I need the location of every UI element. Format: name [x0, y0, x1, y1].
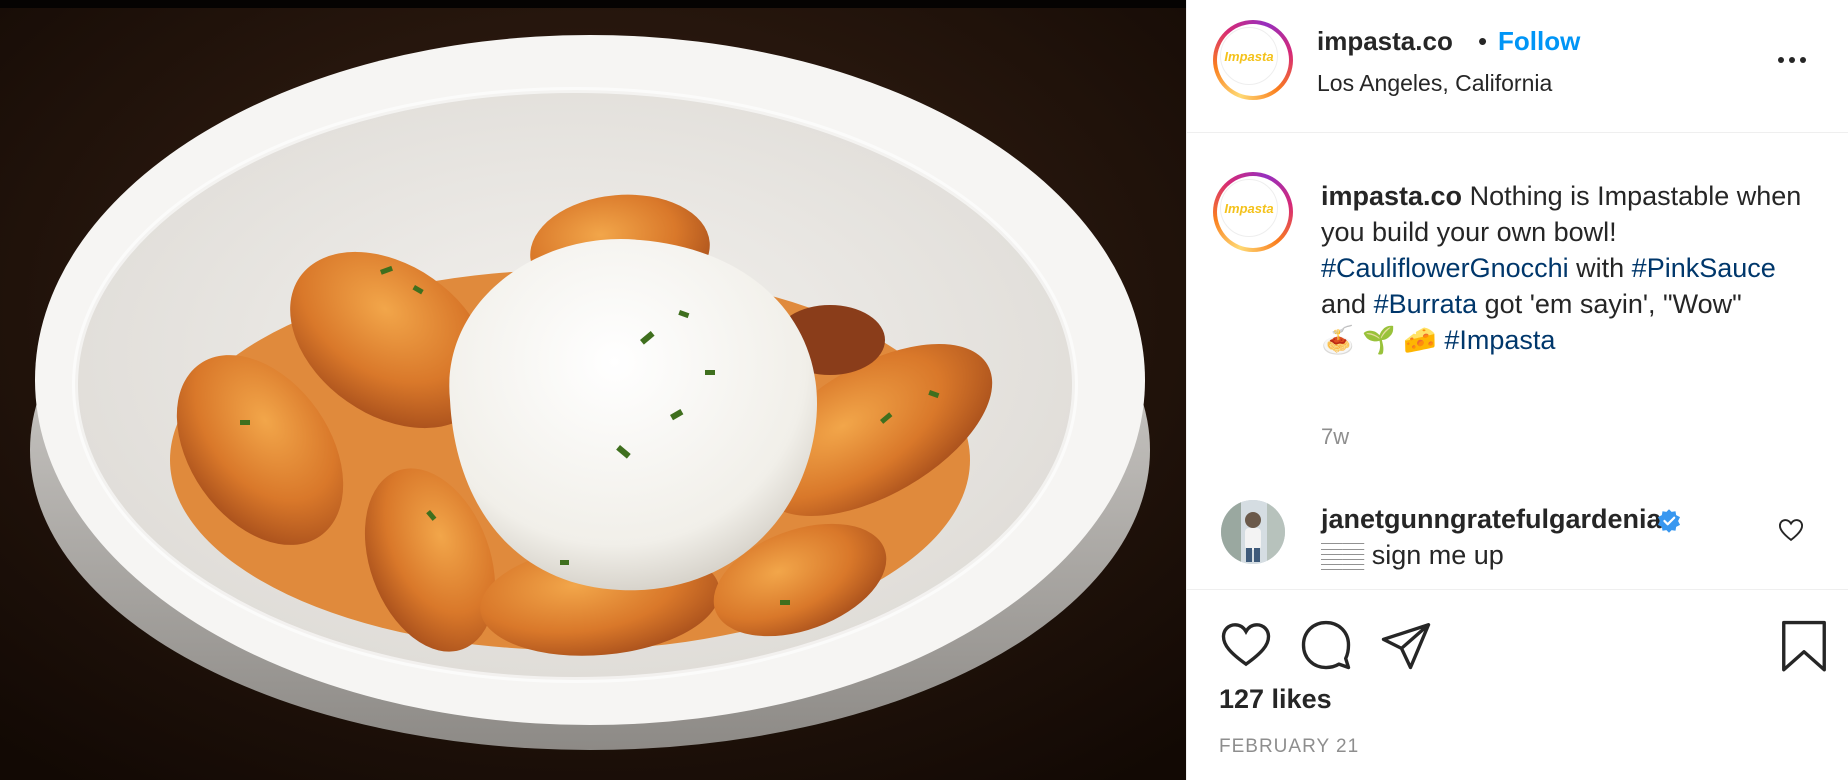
caption-text-4: got 'em sayin', "Wow": [1484, 289, 1742, 319]
hashtag-pinksauce[interactable]: #PinkSauce: [1632, 253, 1776, 283]
caption-emojis: 🍝 🌱 🧀: [1321, 325, 1437, 355]
post-photo[interactable]: [0, 0, 1186, 780]
separator-dot: •: [1478, 26, 1488, 56]
hashtag-burrata[interactable]: #Burrata: [1374, 289, 1478, 319]
commenter-username[interactable]: janetgunngratefulgardenia: [1321, 504, 1662, 535]
caption-username[interactable]: impasta.co: [1321, 181, 1462, 211]
hashtag-impasta[interactable]: #Impasta: [1444, 325, 1555, 355]
post-location[interactable]: Los Angeles, California: [1317, 70, 1552, 97]
caption-text-2: with: [1576, 253, 1625, 283]
likes-count[interactable]: 127 likes: [1219, 684, 1332, 715]
author-username[interactable]: impasta.co: [1317, 26, 1453, 57]
comment-icon[interactable]: [1299, 618, 1353, 672]
bookmark-icon[interactable]: [1777, 618, 1831, 672]
verified-badge-icon: [1657, 509, 1681, 533]
caption-text-3: and: [1321, 289, 1367, 319]
author-avatar[interactable]: Impasta: [1213, 20, 1293, 100]
comment-item: janetgunngratefulgardenia 𝄛𝄛 sign me up: [1187, 500, 1848, 588]
impasta-logo: Impasta: [1220, 179, 1278, 237]
commenter-avatar[interactable]: [1221, 500, 1285, 564]
impasta-logo: Impasta: [1220, 27, 1278, 85]
post-time[interactable]: 7w: [1321, 424, 1349, 450]
comment-text: 𝄛𝄛 sign me up: [1321, 540, 1504, 570]
share-icon[interactable]: [1379, 618, 1433, 672]
comment-like-heart-icon[interactable]: [1777, 516, 1805, 544]
caption-text: impasta.co Nothing is Impastable when yo…: [1321, 178, 1821, 358]
more-icon[interactable]: [1767, 40, 1817, 80]
post-header: Impasta impasta.co • Follow Los Angeles,…: [1187, 0, 1848, 133]
post-actions: 127 likes FEBRUARY 21: [1187, 589, 1848, 780]
caption-avatar[interactable]: Impasta: [1213, 172, 1293, 252]
follow-button[interactable]: Follow: [1498, 26, 1580, 57]
gnocchi-bowl-image: [0, 0, 1186, 780]
post-sidebar: Impasta impasta.co • Follow Los Angeles,…: [1186, 0, 1848, 780]
hashtag-cauliflowergnocchi[interactable]: #CauliflowerGnocchi: [1321, 253, 1569, 283]
post-date[interactable]: FEBRUARY 21: [1219, 736, 1359, 758]
heart-icon[interactable]: [1219, 618, 1273, 672]
